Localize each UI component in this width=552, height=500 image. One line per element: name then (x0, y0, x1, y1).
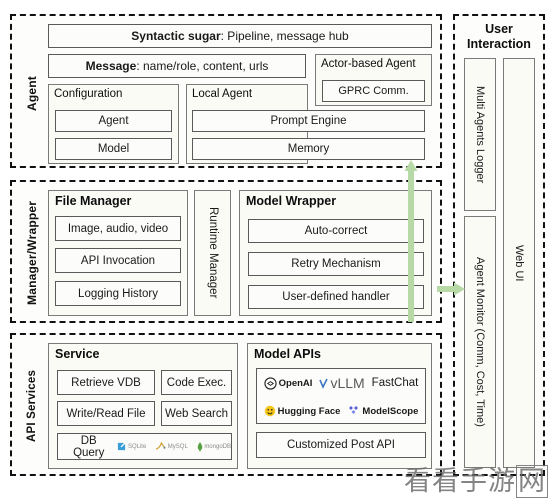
agent-monitor-label: Agent Monitor (Comm, Cost, Time) (474, 257, 486, 427)
model-apis-providers-box: OpenAI vLLM FastChat Hugging Face ModelS… (256, 368, 426, 424)
message-rest: : name/role, content, urls (136, 59, 269, 73)
web-ui-label: Web UI (513, 244, 525, 282)
fastchat-provider: FastChat (372, 377, 419, 389)
vertical-flow-arrow-icon (404, 160, 418, 322)
providers-row-2: Hugging Face ModelScope (257, 397, 425, 425)
fastchat-label: FastChat (371, 377, 419, 389)
memory-box: Memory (192, 138, 425, 160)
watermark: 看看手游网 (404, 459, 548, 498)
multi-agents-logger-label: Multi Agents Logger (474, 85, 486, 184)
model-wrapper-item-user-defined-handler: User-defined handler (248, 285, 424, 309)
diagram-canvas: Agent Syntactic sugar: Pipeline, message… (0, 0, 552, 500)
service-item-write-read-file: Write/Read File (57, 401, 155, 426)
actor-based-agent-label: Actor-based Agent (321, 58, 416, 70)
openai-label: OpenAI (278, 377, 313, 389)
modelscope-provider: ModelScope (347, 405, 418, 417)
service-item-code-exec: Code Exec. (161, 370, 232, 395)
db-logo-group: SQLite MySQL mongoDB (117, 441, 231, 452)
mysql-icon: MySQL (155, 442, 188, 451)
section-user-interaction-label: User Interaction (467, 22, 531, 51)
syntactic-sugar-rest: : Pipeline, message hub (220, 29, 349, 43)
db-query-label: DB Query (73, 434, 105, 459)
vllm-label: vLLM (330, 375, 365, 391)
syntactic-sugar-box: Syntactic sugar: Pipeline, message hub (48, 24, 432, 48)
section-manager-wrapper-label: Manager/Wrapper (25, 200, 39, 306)
configuration-model-box: Model (55, 138, 172, 160)
service-item-web-search: Web Search (161, 401, 232, 426)
mongodb-icon: mongoDB (197, 441, 231, 452)
mongodb-label: mongoDB (204, 443, 231, 450)
prompt-engine-box: Prompt Engine (192, 110, 425, 132)
huggingface-label: Hugging Face (277, 405, 341, 417)
file-manager-label: File Manager (55, 194, 132, 208)
configuration-label: Configuration (54, 88, 123, 100)
model-wrapper-label: Model Wrapper (246, 194, 337, 208)
message-bold: Message (85, 59, 137, 73)
file-manager-item-media: Image, audio, video (55, 216, 181, 241)
model-wrapper-item-retry-mechanism: Retry Mechanism (248, 252, 424, 276)
file-manager-item-logging-history: Logging History (55, 281, 181, 306)
service-item-retrieve-vdb: Retrieve VDB (57, 370, 155, 395)
service-label: Service (55, 347, 100, 361)
providers-row-1: OpenAI vLLM FastChat (257, 369, 425, 397)
horizontal-flow-arrow-icon (437, 282, 465, 296)
runtime-manager-label: Runtime Manager (207, 207, 219, 299)
message-box: Message: name/role, content, urls (48, 54, 306, 78)
vllm-provider: vLLM (319, 375, 365, 391)
openai-provider: OpenAI (264, 376, 313, 390)
local-agent-label: Local Agent (192, 88, 253, 100)
customized-post-api-box: Customized Post API (256, 432, 426, 458)
watermark-text: 看看手游 (404, 466, 516, 497)
model-apis-label: Model APIs (254, 347, 321, 361)
gprc-comm-box: GPRC Comm. (322, 80, 425, 102)
service-item-db-query: DB Query SQLite MySQL mongoDB (57, 433, 232, 460)
file-manager-item-api-invocation: API Invocation (55, 248, 181, 273)
sqlite-icon: SQLite (117, 442, 146, 451)
configuration-agent-box: Agent (55, 110, 172, 132)
syntactic-sugar-bold: Syntactic sugar (131, 29, 221, 43)
model-wrapper-item-auto-correct: Auto-correct (248, 219, 424, 243)
mysql-label: MySQL (167, 443, 188, 450)
sqlite-label: SQLite (127, 443, 147, 450)
modelscope-label: ModelScope (362, 405, 419, 417)
huggingface-provider: Hugging Face (264, 405, 341, 417)
section-agent-label: Agent (25, 76, 39, 112)
section-api-services-label: API Services (26, 369, 38, 443)
watermark-boxed-char: 网 (516, 465, 548, 498)
